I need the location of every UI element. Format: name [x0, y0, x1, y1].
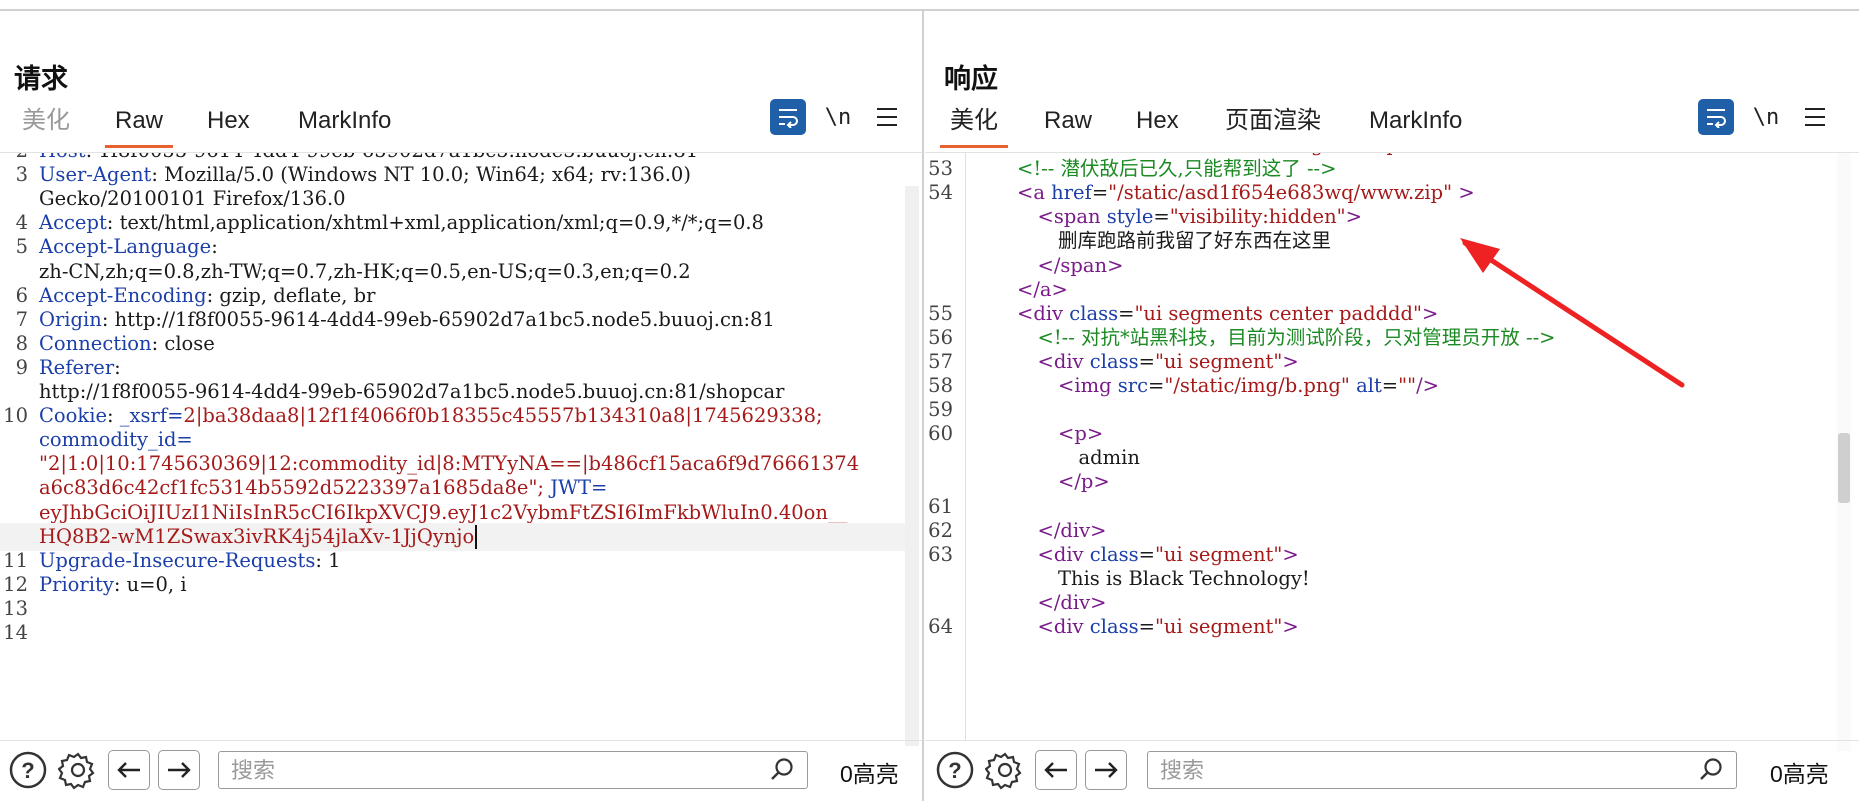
- request-search-input[interactable]: [229, 755, 761, 787]
- line-number: 14: [3, 621, 28, 644]
- menu-icon[interactable]: [869, 99, 905, 135]
- help-icon[interactable]: ?: [935, 750, 975, 790]
- request-pane: 请求 美化 Raw Hex MarkInfo \n 2Host: 1f8f005…: [0, 11, 924, 801]
- response-line: 64 <div class="ui segment">: [925, 613, 1837, 641]
- highlight-count: 0高亮: [840, 761, 899, 787]
- word-wrap-icon[interactable]: [770, 99, 806, 135]
- response-search-box: [1147, 751, 1737, 789]
- response-footer: ? 0高亮: [925, 740, 1859, 801]
- response-pane: 响应 美化 Raw Hex 页面渲染 MarkInfo \n 52<div cl…: [925, 11, 1859, 801]
- response-title: 响应: [944, 64, 998, 94]
- request-footer: ? 0高亮: [0, 740, 922, 801]
- prev-arrow-icon[interactable]: [1035, 750, 1077, 790]
- request-line: 14: [0, 619, 906, 647]
- next-arrow-icon[interactable]: [1085, 750, 1127, 790]
- line-number: 64: [928, 615, 953, 638]
- settings-gear-icon[interactable]: [985, 750, 1025, 790]
- request-scrollbar[interactable]: [905, 186, 919, 746]
- highlight-count: 0高亮: [1770, 761, 1829, 787]
- text-cursor: [475, 525, 478, 550]
- response-editor[interactable]: 52<div class="ui text container login-wr…: [925, 153, 1837, 741]
- next-arrow-icon[interactable]: [158, 750, 200, 790]
- search-icon[interactable]: [1698, 757, 1724, 788]
- svg-text:?: ?: [21, 758, 34, 783]
- svg-text:?: ?: [948, 758, 961, 783]
- request-editor[interactable]: 2Host: 1f8f0055-9614-4dd4-99eb-65902d7a1…: [0, 153, 906, 741]
- request-search-box: [218, 751, 808, 789]
- line-code: <div class="ui segment">: [1037, 615, 1299, 638]
- prev-arrow-icon[interactable]: [108, 750, 150, 790]
- request-title: 请求: [14, 64, 68, 94]
- newline-toggle[interactable]: \n: [820, 99, 856, 135]
- request-toolbar: \n: [0, 99, 922, 139]
- response-search-input[interactable]: [1158, 755, 1690, 787]
- menu-icon[interactable]: [1797, 99, 1833, 135]
- response-scrollbar[interactable]: [1837, 153, 1851, 751]
- word-wrap-icon[interactable]: [1698, 99, 1734, 135]
- settings-gear-icon[interactable]: [58, 750, 98, 790]
- response-scroll-thumb[interactable]: [1838, 433, 1850, 503]
- search-icon[interactable]: [769, 757, 795, 788]
- newline-toggle[interactable]: \n: [1748, 99, 1784, 135]
- help-icon[interactable]: ?: [8, 750, 48, 790]
- response-toolbar: \n: [925, 99, 1859, 139]
